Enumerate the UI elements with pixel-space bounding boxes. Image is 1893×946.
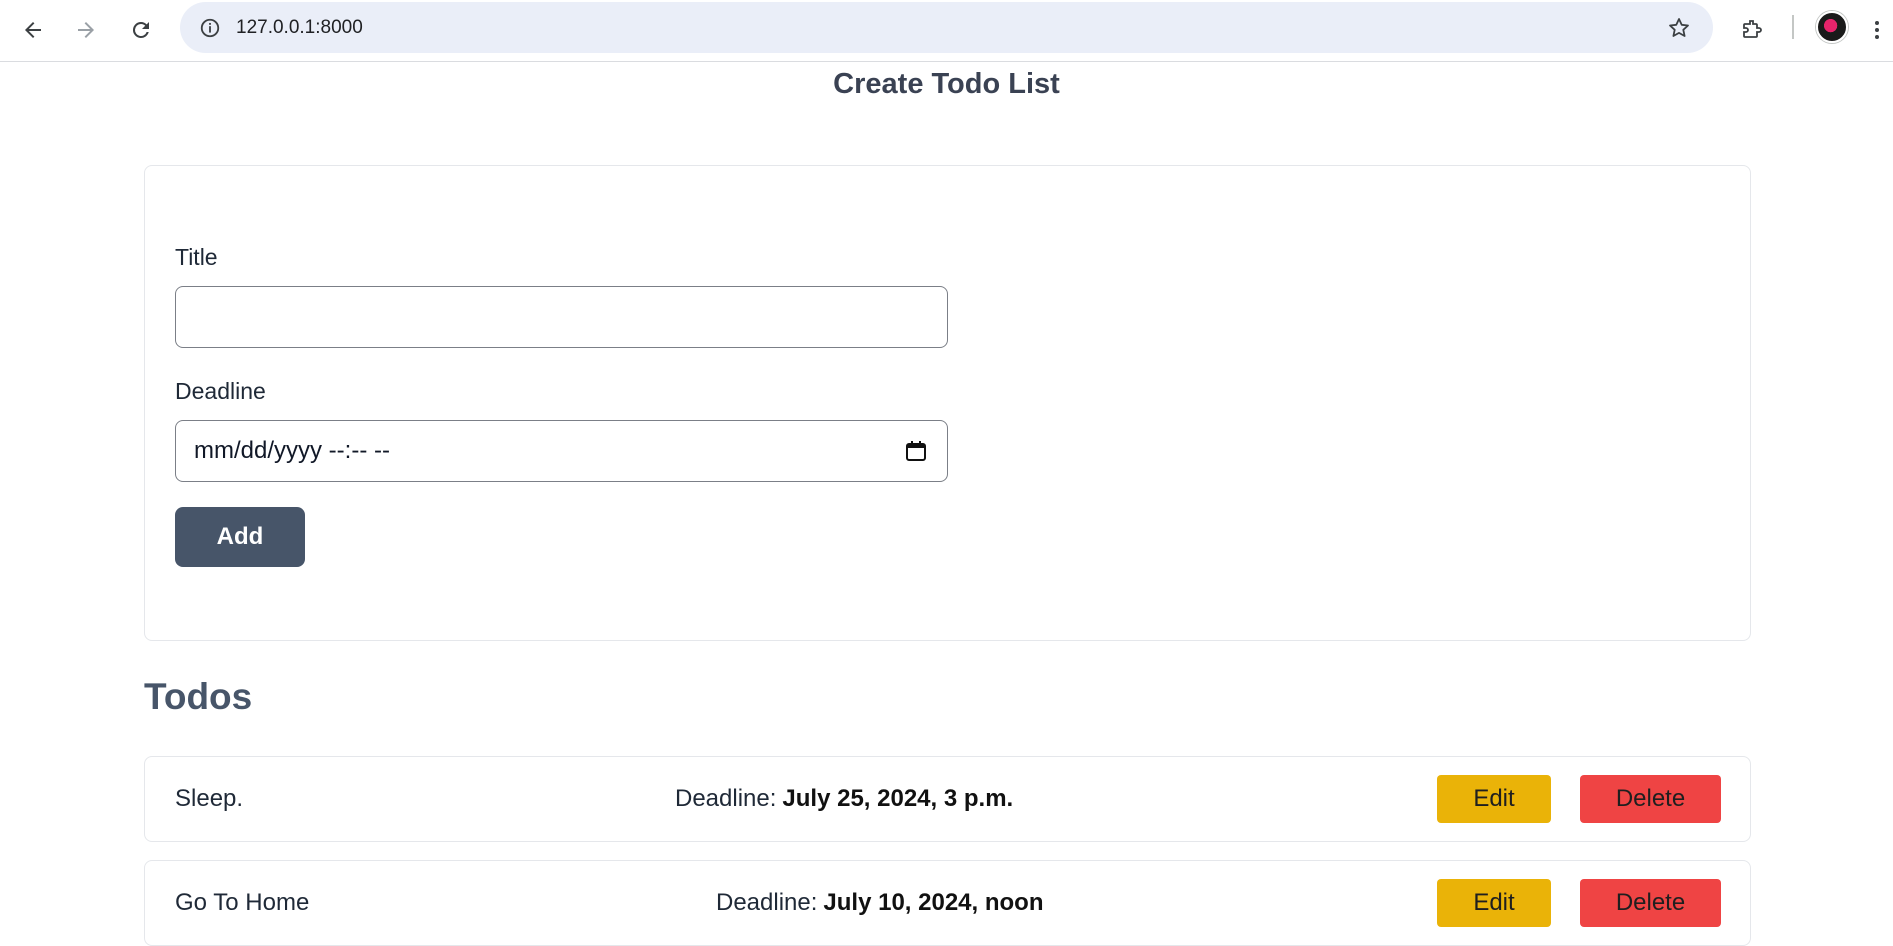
- deadline-placeholder[interactable]: mm/dd/yyyy --:-- --: [194, 437, 903, 465]
- deadline-caption: Deadline:: [675, 785, 777, 812]
- todo-form-card: [144, 165, 1751, 641]
- extensions-icon[interactable]: [1731, 9, 1773, 51]
- deadline-value: July 10, 2024, noon: [823, 889, 1044, 916]
- add-button[interactable]: Add: [175, 507, 305, 567]
- todo-item: Go To Home Deadline: July 10, 2024, noon…: [144, 860, 1751, 946]
- browser-toolbar: 127.0.0.1:8000: [0, 0, 1893, 62]
- deadline-field[interactable]: mm/dd/yyyy --:-- --: [175, 420, 948, 482]
- bookmark-star-icon[interactable]: [1659, 8, 1699, 48]
- site-info-icon[interactable]: [190, 8, 230, 48]
- page-title: Create Todo List: [833, 68, 1060, 100]
- edit-button[interactable]: Edit: [1437, 775, 1551, 823]
- todo-title: Go To Home: [175, 889, 310, 916]
- more-menu-icon[interactable]: [1862, 9, 1892, 51]
- reload-icon[interactable]: [120, 9, 162, 51]
- delete-button[interactable]: Delete: [1580, 775, 1721, 823]
- title-field[interactable]: [175, 286, 948, 348]
- deadline-caption: Deadline:: [716, 889, 818, 916]
- back-icon[interactable]: [12, 9, 54, 51]
- deadline-label: Deadline: [175, 378, 266, 404]
- todo-title: Sleep.: [175, 785, 244, 812]
- todo-deadline: Deadline: July 25, 2024, 3 p.m.: [675, 757, 1013, 841]
- todo-deadline: Deadline: July 10, 2024, noon: [716, 861, 1044, 945]
- title-input[interactable]: [194, 287, 929, 347]
- forward-icon[interactable]: [65, 9, 107, 51]
- title-label: Title: [175, 244, 218, 270]
- delete-button[interactable]: Delete: [1580, 879, 1721, 927]
- url-text[interactable]: 127.0.0.1:8000: [236, 17, 363, 39]
- todos-heading: Todos: [144, 676, 253, 717]
- edit-button[interactable]: Edit: [1437, 879, 1551, 927]
- address-bar[interactable]: 127.0.0.1:8000: [180, 2, 1713, 53]
- deadline-value: July 25, 2024, 3 p.m.: [782, 785, 1014, 812]
- calendar-icon[interactable]: [903, 438, 929, 464]
- profile-avatar[interactable]: [1816, 11, 1848, 43]
- todo-item: Sleep. Deadline: July 25, 2024, 3 p.m. E…: [144, 756, 1751, 842]
- toolbar-divider: [1792, 15, 1794, 39]
